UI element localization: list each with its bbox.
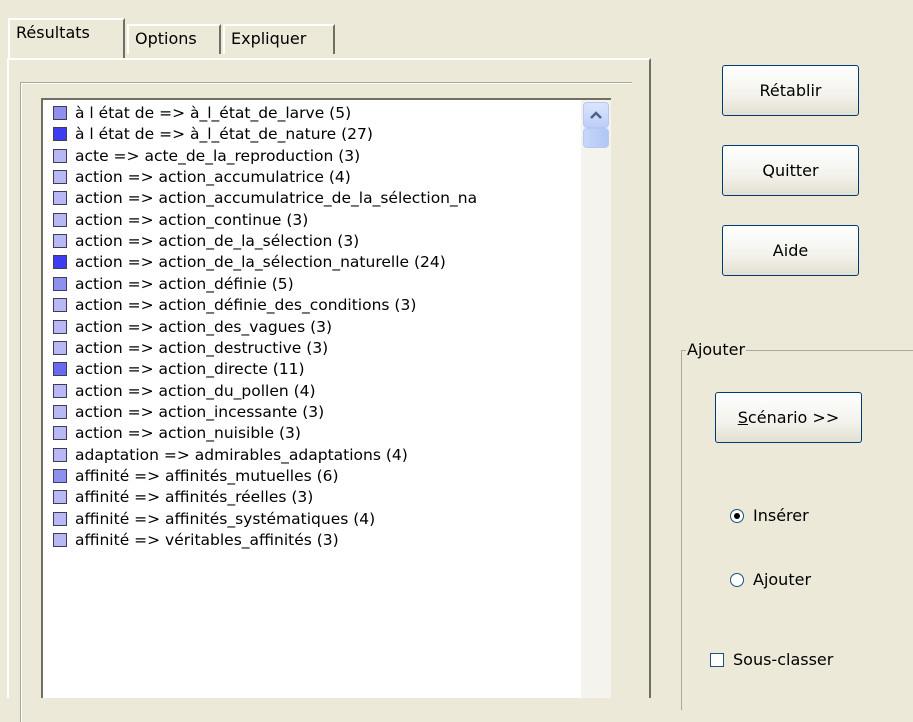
aide-label: Aide: [772, 241, 809, 260]
color-swatch-icon: [53, 148, 67, 163]
radio-ajouter-label: Ajouter: [753, 570, 812, 589]
list-item-label: action => action_continue (3): [75, 210, 309, 229]
tab-expliquer[interactable]: Expliquer: [223, 24, 335, 54]
list-item-label: affinité => affinités_mutuelles (6): [75, 466, 339, 485]
color-swatch-icon: [53, 340, 67, 355]
color-swatch-icon: [53, 234, 67, 249]
color-swatch-icon: [53, 212, 67, 227]
color-swatch-icon: [53, 468, 67, 483]
ajouter-group-title: Ajouter: [686, 340, 747, 360]
color-swatch-icon: [53, 490, 67, 505]
scroll-up-button[interactable]: [583, 102, 609, 128]
list-item-label: action => action_du_pollen (4): [75, 381, 316, 400]
list-item-label: affinité => affinités_systématiques (4): [75, 509, 376, 528]
scenario-label-rest: cénario >>: [747, 408, 840, 427]
radio-inserer[interactable]: [730, 509, 744, 523]
color-swatch-icon: [53, 276, 67, 291]
color-swatch-icon: [53, 447, 67, 462]
color-swatch-icon: [53, 383, 67, 398]
color-swatch-icon: [53, 426, 67, 441]
results-list[interactable]: affinité => véritables_affinités (3) affi…: [41, 98, 611, 698]
color-swatch-icon: [53, 319, 67, 334]
scenario-button[interactable]: Scénario >>: [715, 392, 862, 443]
list-item-label: à l état de => à_l_état_de_larve (5): [75, 104, 352, 122]
chevron-up-icon: [590, 111, 602, 119]
color-swatch-icon: [53, 404, 67, 419]
list-item-label: action => action_directe (11): [75, 360, 305, 379]
sous-classer-checkbox[interactable]: [710, 653, 724, 667]
list-item-label: affinité => véritables_affinités (3): [75, 531, 339, 549]
list-item-label: action => action_des_vagues (3): [75, 317, 333, 336]
list-item-label: action => action_définie_des_conditions …: [75, 296, 417, 315]
list-item-label: adaptation => admirables_adaptations (4): [75, 445, 408, 464]
tab-expliquer-label: Expliquer: [231, 29, 307, 48]
aide-button[interactable]: Aide: [722, 225, 859, 276]
list-item-label: action => action_accumulatrice (4): [75, 168, 351, 187]
tab-resultats-label: Résultats: [16, 23, 90, 42]
quitter-button[interactable]: Quitter: [722, 145, 859, 196]
list-item-label: action => action_incessante (3): [75, 402, 325, 421]
radio-inserer-label: Insérer: [753, 506, 809, 525]
list-item-label: à l état de => à_l_état_de_nature (27): [75, 125, 373, 144]
list-item-label: action => action_définie (5): [75, 274, 294, 293]
color-swatch-icon: [53, 362, 67, 377]
color-swatch-icon: [53, 255, 67, 270]
list-item-label: action => action_nuisible (3): [75, 424, 301, 443]
quitter-label: Quitter: [762, 161, 819, 180]
color-swatch-icon: [53, 298, 67, 313]
color-swatch-icon: [53, 106, 67, 120]
list-item-label: acte => acte_de_la_reproduction (3): [75, 146, 361, 165]
list-item-label: action => action_de_la_sélection (3): [75, 232, 360, 251]
color-swatch-icon: [53, 511, 67, 526]
scroll-thumb[interactable]: [583, 128, 609, 148]
list-item-label: action => action_destructive (3): [75, 338, 329, 357]
radio-inserer-dot: [734, 513, 740, 519]
color-swatch-icon: [53, 170, 67, 185]
sous-classer-label: Sous-classer: [733, 650, 834, 669]
tab-resultats[interactable]: Résultats: [8, 18, 125, 58]
tab-options-label: Options: [135, 29, 197, 48]
list-item-label: action => action_accumulatrice_de_la_sél…: [75, 189, 478, 208]
scenario-label: Scénario >>: [716, 393, 861, 442]
tab-options[interactable]: Options: [127, 24, 221, 54]
radio-ajouter[interactable]: [730, 573, 744, 587]
retablir-label: Rétablir: [759, 81, 822, 100]
list-scrollbar[interactable]: [581, 100, 611, 698]
list-item-label: action => action_de_la_sélection_naturel…: [75, 253, 446, 272]
retablir-button[interactable]: Rétablir: [722, 65, 859, 116]
list-item-label: affinité => affinités_réelles (3): [75, 488, 314, 507]
color-swatch-icon: [53, 127, 67, 142]
scenario-mnemonic: S: [737, 408, 748, 427]
color-swatch-icon: [53, 533, 67, 547]
color-swatch-icon: [53, 191, 67, 206]
